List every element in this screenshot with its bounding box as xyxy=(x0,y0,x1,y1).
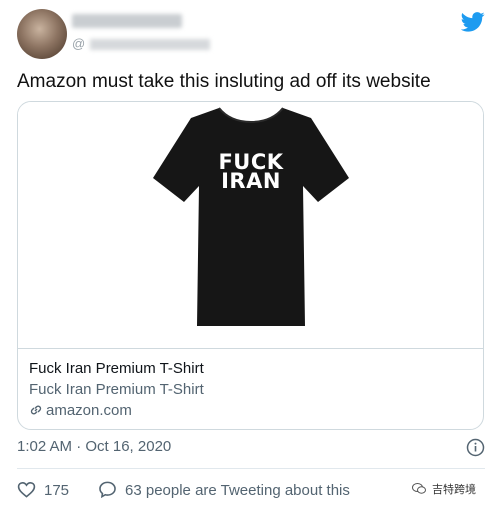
like-count: 175 xyxy=(44,482,70,499)
like-button[interactable]: 175 xyxy=(17,480,69,499)
watermark-text: 吉特跨境 xyxy=(432,483,476,496)
tshirt-image xyxy=(153,107,349,326)
author-name-redacted xyxy=(72,14,182,28)
tweet-text: Amazon must take this insluting ad off i… xyxy=(17,71,431,92)
author-handle[interactable]: @ xyxy=(72,36,210,51)
heart-icon xyxy=(17,481,36,498)
card-image[interactable]: FUCK IRAN xyxy=(18,102,483,349)
card-domain[interactable]: amazon.com xyxy=(29,402,132,419)
avatar[interactable] xyxy=(17,9,67,59)
tweeting-about-this-link[interactable]: 63 people are Tweeting about this xyxy=(98,480,350,499)
card-description: Fuck Iran Premium T-Shirt xyxy=(29,381,204,398)
tweet-timestamp[interactable]: 1:02 AM · Oct 16, 2020 xyxy=(17,438,171,455)
twitter-bird-icon[interactable] xyxy=(461,12,485,32)
link-card[interactable]: FUCK IRAN Fuck Iran Premium T-Shirt Fuck… xyxy=(17,101,484,430)
shirt-print-line-2: IRAN xyxy=(221,169,281,193)
author-handle-text: @ xyxy=(72,36,86,51)
handle-redaction xyxy=(89,39,210,51)
card-title[interactable]: Fuck Iran Premium T-Shirt xyxy=(29,360,204,377)
wechat-logo-icon xyxy=(412,483,426,494)
info-icon[interactable] xyxy=(466,438,485,457)
watermark: 吉特跨境 xyxy=(412,481,476,497)
tweet: @ Amazon must take this insluting ad off… xyxy=(0,0,502,511)
divider xyxy=(17,468,485,469)
link-icon xyxy=(30,405,42,415)
speech-bubble-icon xyxy=(99,481,116,499)
card-domain-text: amazon.com xyxy=(46,402,132,419)
tweeting-about-text: 63 people are Tweeting about this xyxy=(125,482,350,499)
